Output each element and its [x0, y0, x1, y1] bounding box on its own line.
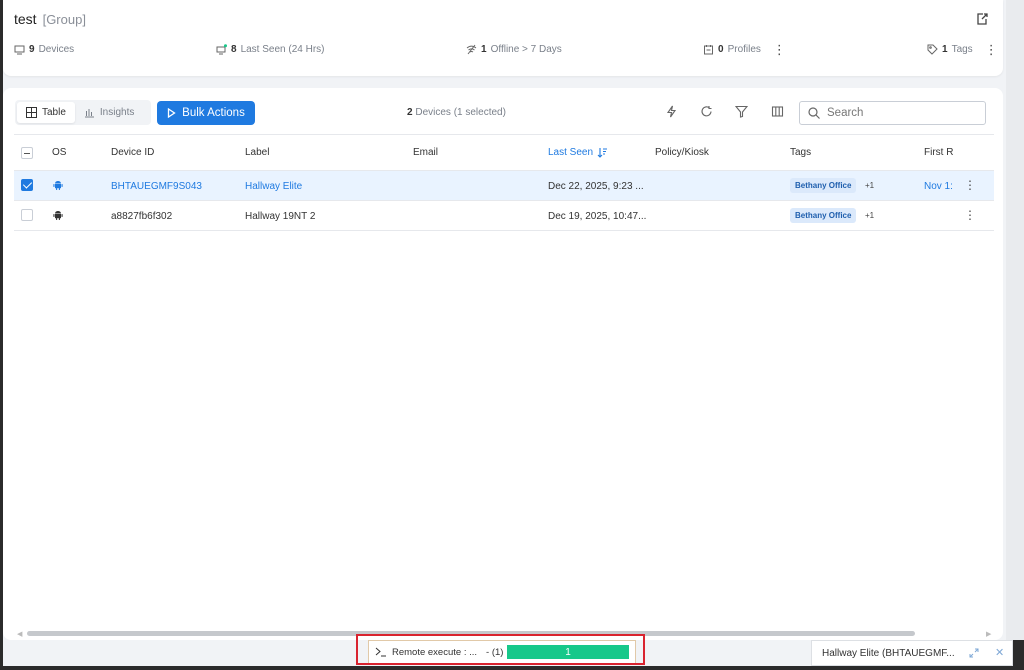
stat-last-seen[interactable]: 8 Last Seen (24 Hrs)	[216, 44, 325, 55]
column-tags[interactable]: Tags	[790, 147, 811, 158]
device-id-link[interactable]: a8827fb6f302	[111, 211, 172, 222]
row-checkbox[interactable]	[21, 179, 33, 191]
profiles-more-icon[interactable]: ⋮	[773, 43, 786, 56]
view-table-button[interactable]: Table	[17, 102, 75, 123]
refresh-icon[interactable]	[700, 105, 713, 118]
devices-count-suffix: Devices (1 selected)	[415, 107, 506, 118]
tag-more-count[interactable]: +1	[865, 181, 874, 190]
column-policy[interactable]: Policy/Kiosk	[655, 147, 709, 158]
view-insights-label: Insights	[99, 107, 135, 118]
devices-table: OS Device ID Label Email Last Seen Polic…	[14, 134, 994, 231]
bulk-actions-label: Bulk Actions	[182, 107, 245, 119]
stat-tags[interactable]: 1 Tags ⋮	[927, 43, 998, 56]
device-label-link[interactable]: Hallway Elite	[245, 181, 302, 192]
stat-offline[interactable]: 1 Offline > 7 Days	[466, 44, 562, 55]
group-title: test	[14, 11, 37, 27]
lightning-icon[interactable]	[665, 105, 678, 118]
monitor-icon	[14, 45, 25, 55]
column-last-seen[interactable]: Last Seen	[548, 147, 608, 158]
column-first-r[interactable]: First R	[924, 147, 954, 158]
expand-icon[interactable]	[969, 648, 979, 658]
search-input[interactable]	[827, 107, 967, 119]
columns-icon[interactable]	[771, 105, 784, 118]
column-device-id[interactable]: Device ID	[111, 147, 154, 158]
devices-selected-count: 2 Devices (1 selected)	[407, 107, 506, 118]
scroll-right-arrow-icon[interactable]: ▶	[986, 630, 991, 638]
devices-count-number: 2	[407, 107, 413, 118]
row-more-icon[interactable]: ⋮	[964, 178, 976, 192]
scroll-left-arrow-icon[interactable]: ◀	[17, 630, 22, 638]
wifi-off-icon	[466, 44, 477, 55]
stat-tags-label: Tags	[951, 44, 973, 55]
monitor-online-icon	[216, 44, 227, 55]
table-row[interactable]: a8827fb6f302 Hallway 19NT 2 Dec 19, 2025…	[14, 201, 994, 231]
stat-devices-count: 9	[29, 44, 35, 55]
filter-icon[interactable]	[735, 105, 748, 118]
stat-last-seen-count: 8	[231, 44, 237, 55]
column-os[interactable]: OS	[52, 147, 66, 158]
select-all-checkbox[interactable]	[21, 147, 33, 159]
table-header: OS Device ID Label Email Last Seen Polic…	[14, 134, 994, 171]
profile-icon	[704, 45, 713, 55]
device-first-r: Nov 1:	[924, 181, 953, 192]
tag-badge[interactable]: Bethany Office	[790, 208, 857, 223]
task-highlight-box	[356, 634, 645, 665]
android-icon	[53, 181, 63, 190]
stat-offline-count: 1	[481, 44, 487, 55]
play-icon	[168, 108, 176, 118]
column-last-seen-label: Last Seen	[548, 147, 594, 158]
tags-more-icon[interactable]: ⋮	[985, 43, 998, 56]
devices-panel: Table Insights Bulk Actions 2 Devices (1…	[3, 88, 1003, 640]
stat-devices-label: Devices	[38, 44, 75, 55]
view-insights-button[interactable]: Insights	[75, 102, 143, 123]
table-icon	[26, 107, 37, 118]
bulk-actions-button[interactable]: Bulk Actions	[157, 101, 255, 125]
device-last-seen: Dec 19, 2025, 10:47...	[548, 211, 647, 222]
search-field[interactable]	[799, 101, 986, 125]
vertical-scroll-track[interactable]	[1006, 0, 1024, 640]
stat-profiles[interactable]: 0 Profiles ⋮	[703, 43, 786, 56]
row-checkbox[interactable]	[21, 209, 33, 221]
stat-profiles-count: 0	[718, 44, 724, 55]
search-icon	[808, 107, 820, 119]
device-label-link[interactable]: Hallway 19NT 2	[245, 211, 315, 222]
close-icon[interactable]: ✕	[995, 646, 1004, 659]
tag-badge[interactable]: Bethany Office	[790, 178, 857, 193]
minimized-device-panel[interactable]: Hallway Elite (BHTAUEGMF... ✕	[811, 640, 1013, 666]
device-id-link[interactable]: BHTAUEGMF9S043	[111, 181, 202, 192]
row-more-icon[interactable]: ⋮	[964, 208, 976, 222]
device-last-seen: Dec 22, 2025, 9:23 ...	[548, 181, 644, 192]
view-table-label: Table	[42, 107, 66, 118]
group-suffix: [Group]	[42, 12, 86, 27]
tag-icon	[927, 44, 938, 55]
column-label[interactable]: Label	[245, 147, 269, 158]
sort-descending-icon[interactable]	[597, 147, 608, 158]
stat-last-seen-label: Last Seen (24 Hrs)	[240, 44, 325, 55]
stat-profiles-label: Profiles	[727, 44, 761, 55]
view-toggle: Table Insights	[15, 100, 151, 125]
mini-panel-title: Hallway Elite (BHTAUEGMF...	[822, 647, 955, 659]
column-email[interactable]: Email	[413, 147, 438, 158]
tag-more-count[interactable]: +1	[865, 211, 874, 220]
android-icon	[53, 211, 63, 220]
page-title: test [Group]	[14, 11, 86, 27]
bar-chart-icon	[84, 109, 94, 118]
group-header: test [Group] 9 Devices 8 Last Seen (24 H…	[3, 0, 1003, 76]
table-row[interactable]: BHTAUEGMF9S043 Hallway Elite Dec 22, 202…	[14, 171, 994, 201]
stat-devices[interactable]: 9 Devices	[14, 44, 74, 55]
stat-tags-count: 1	[942, 44, 948, 55]
stat-offline-label: Offline > 7 Days	[490, 44, 562, 55]
export-icon[interactable]	[975, 12, 989, 26]
